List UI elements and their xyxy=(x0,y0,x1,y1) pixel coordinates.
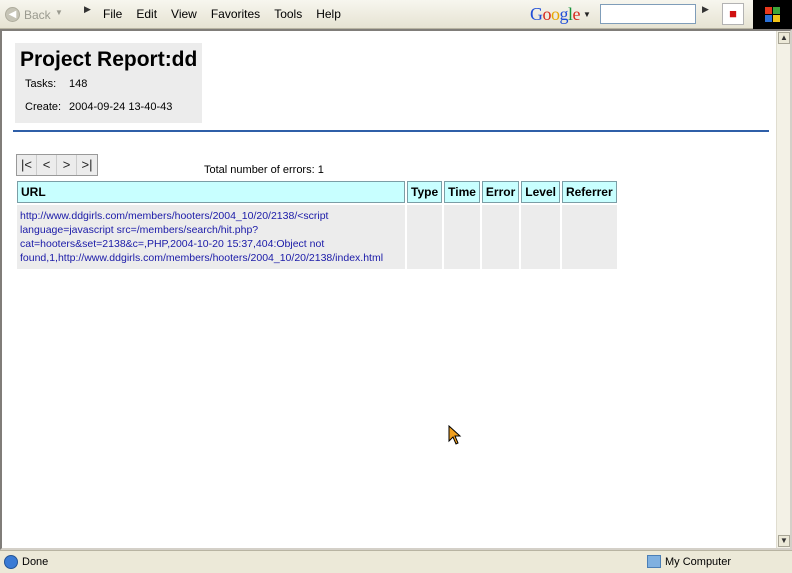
referrer-cell xyxy=(561,205,617,269)
create-row: Create: 2004-09-24 13-40-43 xyxy=(25,101,172,113)
google-search-input[interactable] xyxy=(600,4,696,24)
tasks-row: Tasks: 148 xyxy=(25,78,87,90)
tasks-value: 148 xyxy=(69,78,88,90)
header-divider xyxy=(13,130,769,132)
back-dropdown-icon[interactable]: ▼ xyxy=(55,8,63,17)
column-header-error: Error xyxy=(481,181,520,203)
column-header-level: Level xyxy=(521,181,560,203)
menu-bar: File Edit View Favorites Tools Help xyxy=(96,6,348,22)
search-go-icon[interactable]: ▶ xyxy=(702,4,709,15)
next-page-button[interactable]: > xyxy=(57,155,77,175)
create-label: Create: xyxy=(25,101,62,113)
report-header: Project Report:dd Tasks: 148 Create: 200… xyxy=(15,43,202,123)
security-zone-label: My Computer xyxy=(665,556,732,568)
column-header-type: Type xyxy=(407,181,443,203)
computer-zone-icon xyxy=(647,555,661,568)
level-cell xyxy=(521,205,560,269)
first-page-button[interactable]: |< xyxy=(17,155,37,175)
ie-page-icon xyxy=(4,555,18,569)
menu-favorites[interactable]: Favorites xyxy=(204,6,267,22)
mouse-cursor-icon xyxy=(448,425,462,445)
pagination: |< < > >| xyxy=(16,154,98,176)
toolbar-chevron-icon[interactable]: ▶ xyxy=(84,4,91,15)
column-header-url: URL xyxy=(17,181,405,203)
menu-tools[interactable]: Tools xyxy=(267,6,309,22)
windows-flag-icon xyxy=(765,7,781,22)
errors-table: URL Type Time Error Level Referrer http:… xyxy=(15,179,619,271)
prev-page-button[interactable]: < xyxy=(37,155,57,175)
back-arrow-icon: ◀ xyxy=(5,7,20,22)
column-header-time: Time xyxy=(444,181,480,203)
column-header-referrer: Referrer xyxy=(561,181,617,203)
menu-help[interactable]: Help xyxy=(309,6,348,22)
google-toolbar-button[interactable]: Google ▼ xyxy=(530,3,591,25)
pdf-icon[interactable]: ■ xyxy=(722,3,744,25)
last-page-button[interactable]: >| xyxy=(77,155,97,175)
google-logo: Google xyxy=(530,3,581,24)
table-row: http://www.ddgirls.com/members/hooters/2… xyxy=(17,205,617,269)
time-cell xyxy=(444,205,480,269)
error-url-link[interactable]: http://www.ddgirls.com/members/hooters/2… xyxy=(20,210,383,264)
menu-edit[interactable]: Edit xyxy=(129,6,164,22)
page-title: Project Report:dd xyxy=(20,48,198,71)
windows-logo xyxy=(753,0,792,29)
scroll-up-icon[interactable]: ▲ xyxy=(778,32,790,44)
back-label: Back xyxy=(24,7,51,22)
scroll-down-icon[interactable]: ▼ xyxy=(778,535,790,547)
google-dropdown-icon: ▼ xyxy=(583,9,591,19)
menu-view[interactable]: View xyxy=(164,6,204,22)
create-value: 2004-09-24 13-40-43 xyxy=(69,101,173,113)
error-cell xyxy=(481,205,520,269)
document-viewport: Project Report:dd Tasks: 148 Create: 200… xyxy=(0,29,792,550)
tasks-label: Tasks: xyxy=(25,78,57,90)
type-cell xyxy=(407,205,443,269)
url-cell: http://www.ddgirls.com/members/hooters/2… xyxy=(17,205,405,269)
vertical-scrollbar[interactable]: ▲ ▼ xyxy=(776,31,790,548)
menu-file[interactable]: File xyxy=(96,6,129,22)
status-bar: Done My Computer xyxy=(0,550,792,573)
table-header-row: URL Type Time Error Level Referrer xyxy=(17,181,617,203)
back-button[interactable]: ◀ Back xyxy=(5,6,51,23)
status-text: Done xyxy=(22,556,49,568)
error-count: Total number of errors: 1 xyxy=(204,164,324,176)
browser-toolbar: ◀ Back ▼ ▶ File Edit View Favorites Tool… xyxy=(0,0,792,29)
